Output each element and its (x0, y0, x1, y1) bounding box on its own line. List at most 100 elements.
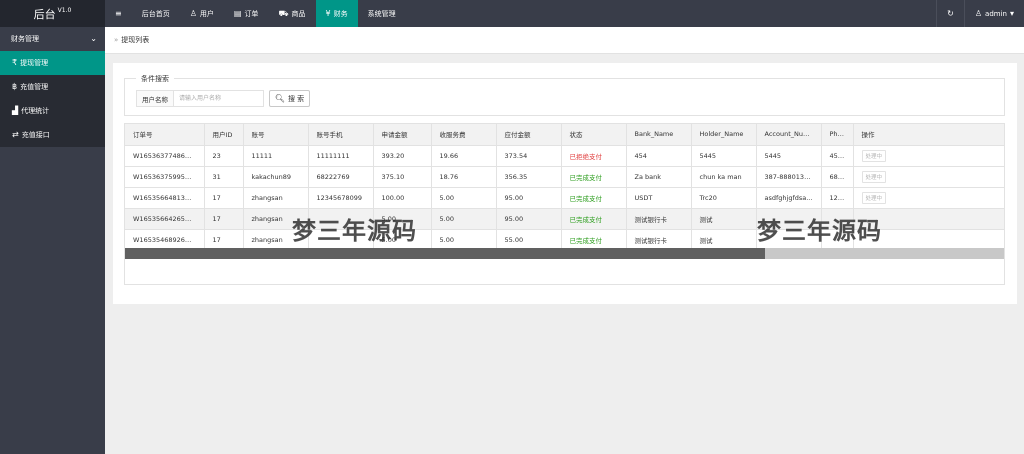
cell-bank: Za bank (626, 166, 692, 188)
menu-toggle-button[interactable]: ≡ (105, 0, 132, 27)
cell-holder: 测试 (691, 229, 757, 251)
column-header: 收服务费 (431, 124, 497, 146)
sidebar-group-finance[interactable]: 财务管理 ⌄ (0, 27, 105, 51)
cell-amount: 5.00 (373, 229, 432, 251)
processing-button[interactable]: 处理中 (861, 191, 887, 204)
header-right: ↻ ♙ admin ▾ (936, 0, 1024, 27)
scrollbar-thumb[interactable] (125, 248, 765, 259)
cell-op (853, 208, 1004, 230)
cell-phone-n (821, 229, 854, 251)
cell-amount: 393.20 (373, 145, 432, 167)
cell-acct: 5445 (756, 145, 822, 167)
cell-bank: 测试银行卡 (626, 229, 692, 251)
refresh-icon: ↻ (947, 8, 954, 18)
cell-bank: 测试银行卡 (626, 208, 692, 230)
sidebar-item-agent-stats[interactable]: ▟ 代理统计 (0, 99, 105, 123)
nav-item-label: 订单 (244, 9, 259, 18)
cell-uid: 17 (204, 187, 244, 209)
column-header: 账号手机 (308, 124, 374, 146)
cell-bank: USDT (626, 187, 692, 209)
cell-order: W165363774865741 (125, 145, 205, 167)
cell-amount: 100.00 (373, 187, 432, 209)
cell-fee: 5.00 (431, 187, 497, 209)
cell-status: 已完成支付 (561, 166, 627, 188)
nav-item-home[interactable]: 后台首页 (132, 0, 180, 27)
column-header: 账号 (243, 124, 309, 146)
nav-item-users[interactable]: ♙ 用户 (180, 0, 224, 27)
sidebar-item-recharge[interactable]: ฿充值管理 (0, 75, 105, 99)
user-menu[interactable]: ♙ admin ▾ (965, 0, 1024, 27)
nav-item-label: 系统管理 (367, 9, 396, 18)
breadcrumb-current: 提现列表 (121, 36, 150, 44)
cell-order: W165354689264853 (125, 229, 205, 251)
double-chevron-right-icon: » (114, 36, 119, 44)
nav-item-orders[interactable]: ▤ 订单 (224, 0, 269, 27)
yuan-icon: ¥ (325, 8, 331, 18)
table-row: W165363774865741 23 11111 11111111 393.2… (125, 145, 1004, 167)
nav-item-system[interactable]: 系统管理 (358, 0, 406, 27)
cell-payable: 95.00 (496, 208, 562, 230)
nav-item-label: 财务 (333, 9, 348, 18)
horizontal-scrollbar[interactable] (125, 248, 1004, 259)
sidebar-item-label: 提现管理 (20, 59, 49, 67)
nav-item-finance[interactable]: ¥ 财务 (315, 0, 358, 27)
cell-fee: 5.00 (431, 229, 497, 251)
cell-account: zhangsan (243, 229, 309, 251)
nav-item-products[interactable]: ⛟ 商品 (268, 0, 315, 27)
username: admin (985, 9, 1007, 18)
document-icon: ▤ (233, 8, 242, 18)
chevron-down-icon: ▾ (1009, 8, 1014, 18)
cell-bank: 454 (626, 145, 692, 167)
search-fieldset: 条件搜索 用户名称 🔍︎ 搜 索 (124, 74, 1005, 116)
cell-payable: 373.54 (496, 145, 562, 167)
rupee-icon: ₹ (12, 58, 18, 67)
cell-amount: 375.10 (373, 166, 432, 188)
main-content: » 提现列表 条件搜索 用户名称 🔍︎ 搜 索 (105, 27, 1024, 454)
search-button[interactable]: 🔍︎ 搜 索 (269, 90, 310, 107)
cell-phone: 68222769 (308, 166, 374, 188)
top-nav: ≡ 后台首页 ♙ 用户 ▤ 订单 ⛟ 商品 ¥ 财务 系统管理 (105, 0, 406, 27)
sidebar-item-label: 充值接口 (21, 131, 50, 139)
cell-acct: 387-8880132... (756, 166, 822, 188)
search-input[interactable] (174, 90, 264, 107)
cell-phone-n: 1234567 (821, 187, 854, 209)
cell-op: 处理中 (853, 145, 1004, 167)
cell-status: 已完成支付 (561, 229, 627, 251)
cell-acct (756, 208, 822, 230)
app-logo[interactable]: 后台 V1.0 (0, 0, 105, 27)
sidebar-group-label: 财务管理 (11, 35, 39, 43)
processing-button[interactable]: 处理中 (861, 170, 887, 183)
column-header: 订单号 (125, 124, 205, 146)
cell-phone-n: 4554 (821, 145, 854, 167)
cell-fee: 19.66 (431, 145, 497, 167)
cell-fee: 18.76 (431, 166, 497, 188)
top-header: 后台 V1.0 ≡ 后台首页 ♙ 用户 ▤ 订单 ⛟ 商品 ¥ 财务 系统管理 ↻ ♙ ad… (0, 0, 1024, 27)
content-card: 条件搜索 用户名称 🔍︎ 搜 索 订 (113, 63, 1017, 304)
cell-fee: 5.00 (431, 208, 497, 230)
nav-item-label: 商品 (291, 9, 306, 18)
cell-uid: 31 (204, 166, 244, 188)
cell-account: 11111 (243, 145, 309, 167)
cell-op: 处理中 (853, 187, 1004, 209)
cell-order: W165356648134531 (125, 187, 205, 209)
cell-payable: 356.35 (496, 166, 562, 188)
app-title: 后台 (33, 7, 56, 21)
user-icon: ♙ (974, 8, 983, 18)
cell-status: 已完成支付 (561, 208, 627, 230)
breadcrumb: » 提现列表 (105, 27, 1024, 54)
cell-op: 处理中 (853, 166, 1004, 188)
chevron-down-icon: ⌄ (90, 34, 97, 43)
column-header: 用户ID (204, 124, 244, 146)
cell-holder: Trc20 (691, 187, 757, 209)
processing-button[interactable]: 处理中 (861, 149, 887, 162)
refresh-button[interactable]: ↻ (937, 0, 964, 27)
search-label: 用户名称 (136, 90, 174, 107)
cell-uid: 17 (204, 208, 244, 230)
cell-account: zhangsan (243, 208, 309, 230)
cell-phone-n (821, 208, 854, 230)
cell-amount: 5.00 (373, 208, 432, 230)
sidebar-item-recharge-api[interactable]: ⇄ 充值接口 (0, 123, 105, 147)
cell-uid: 23 (204, 145, 244, 167)
cell-order: W165363759954359 (125, 166, 205, 188)
sidebar-item-withdrawals[interactable]: ₹ 提现管理 (0, 51, 105, 75)
